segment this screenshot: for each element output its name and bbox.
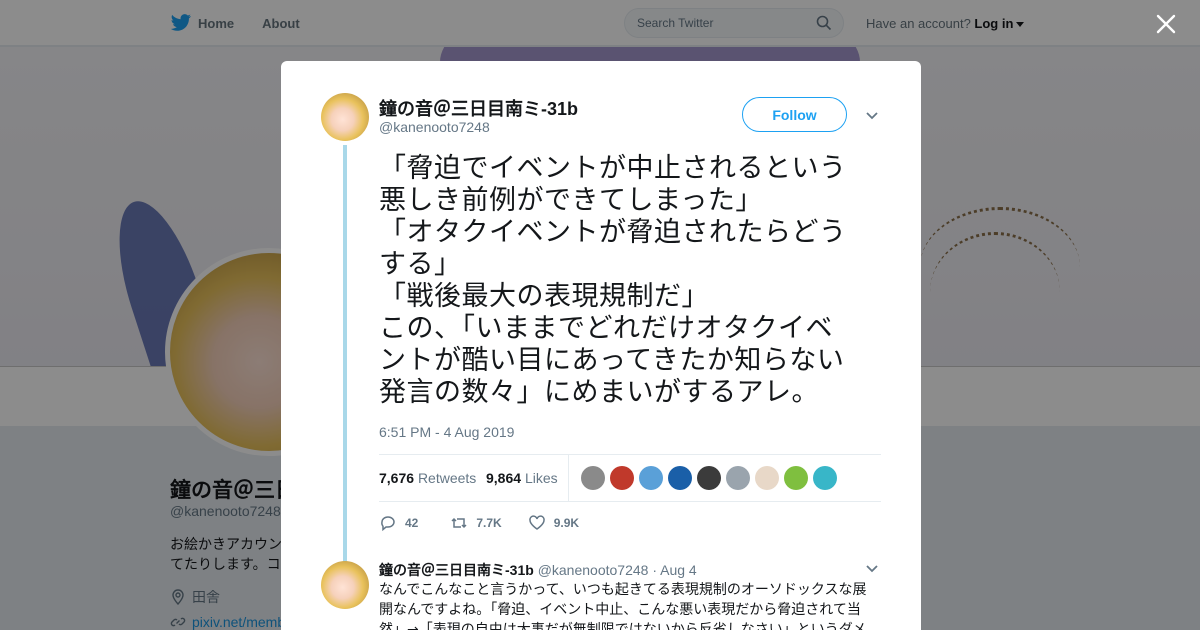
- like-stat[interactable]: 9,864 Likes: [486, 470, 558, 486]
- retweet-stat[interactable]: 7,676 Retweets: [379, 470, 476, 486]
- like-count-short: 9.9K: [553, 516, 580, 530]
- retweet-button[interactable]: 7.7K: [450, 514, 502, 532]
- reply-text: なんでこんなこと言うかって、いつも起きてる表現規制のオーソドックスな展開なんです…: [379, 582, 867, 630]
- liker-avatar[interactable]: [639, 466, 663, 490]
- chevron-down-icon[interactable]: [865, 564, 879, 574]
- liker-avatar[interactable]: [581, 466, 605, 490]
- liker-avatar[interactable]: [784, 466, 808, 490]
- stats-divider: [568, 455, 569, 501]
- liker-avatar[interactable]: [726, 466, 750, 490]
- thread-line: [343, 145, 347, 565]
- retweet-icon: [451, 517, 467, 529]
- close-icon[interactable]: [1154, 12, 1178, 36]
- like-button[interactable]: 9.9K: [528, 514, 579, 532]
- reply-header: 鐘の音＠三日目南ミ-31b @kanenooto7248 · Aug 4: [379, 560, 697, 580]
- like-label: Likes: [524, 470, 558, 486]
- retweet-count: 7,676: [379, 470, 415, 486]
- author-avatar[interactable]: [321, 93, 369, 141]
- liker-avatar[interactable]: [755, 466, 779, 490]
- tweet-actions: 42 7.7K 9.9K: [379, 514, 579, 532]
- author-handle[interactable]: @kanenooto7248: [379, 119, 490, 135]
- liker-avatar[interactable]: [610, 466, 634, 490]
- reply-button[interactable]: 42: [379, 514, 418, 532]
- liker-avatars: [581, 466, 837, 490]
- reply-author-avatar[interactable]: [321, 561, 369, 609]
- tweet-stats: 7,676 Retweets 9,864 Likes: [379, 454, 881, 502]
- tweet-modal: 鐘の音＠三日目南ミ-31b @kanenooto7248 Follow 「脅迫で…: [281, 61, 921, 630]
- liker-avatar[interactable]: [813, 466, 837, 490]
- reply-author-handle[interactable]: @kanenooto7248: [538, 562, 649, 578]
- follow-button[interactable]: Follow: [742, 97, 847, 132]
- author-name[interactable]: 鐘の音＠三日目南ミ-31b: [379, 95, 578, 121]
- reply-tweet[interactable]: 鐘の音＠三日目南ミ-31b @kanenooto7248 · Aug 4 なんで…: [281, 555, 921, 630]
- tweet-text: 「脅迫でイベントが中止されるという 悪しき前例ができてしまった」 「オタクイベン…: [379, 153, 847, 408]
- liker-avatar[interactable]: [697, 466, 721, 490]
- retweet-count-short: 7.7K: [476, 516, 502, 530]
- heart-icon: [528, 515, 545, 530]
- reply-count: 42: [405, 516, 419, 530]
- reply-date[interactable]: · Aug 4: [652, 562, 696, 578]
- retweet-label: Retweets: [417, 470, 477, 486]
- follow-button-label: Follow: [772, 106, 817, 123]
- chevron-down-icon[interactable]: [865, 111, 879, 121]
- like-count: 9,864: [486, 470, 522, 486]
- reply-icon: [381, 516, 395, 532]
- liker-avatar[interactable]: [668, 466, 692, 490]
- reply-author-name[interactable]: 鐘の音＠三日目南ミ-31b: [379, 562, 534, 578]
- tweet-timestamp[interactable]: 6:51 PM - 4 Aug 2019: [379, 424, 514, 440]
